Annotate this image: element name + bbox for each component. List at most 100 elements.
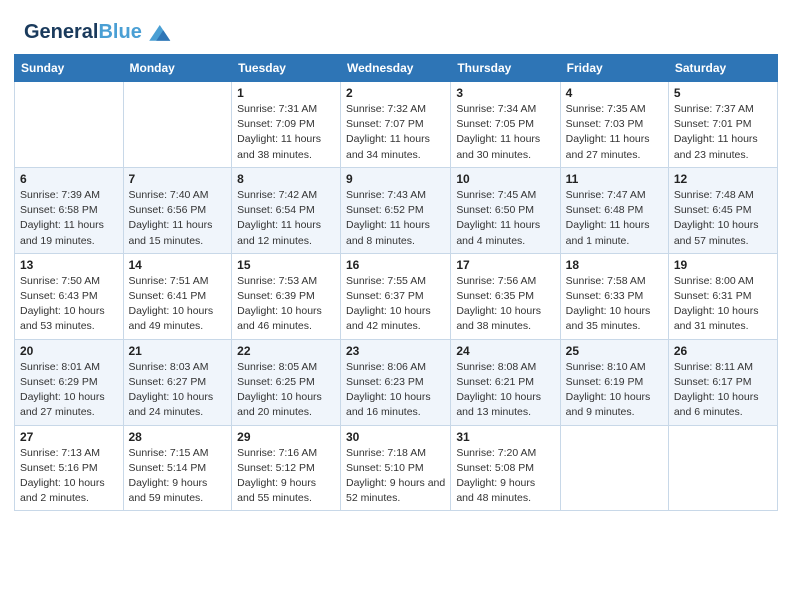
calendar-cell: 1 Sunrise: 7:31 AMSunset: 7:09 PMDaylight… (232, 82, 341, 168)
weekday-header: Saturday (668, 55, 777, 82)
calendar-cell: 30 Sunrise: 7:18 AMSunset: 5:10 PMDayligh… (341, 425, 451, 511)
calendar-cell: 21 Sunrise: 8:03 AMSunset: 6:27 PMDayligh… (123, 339, 232, 425)
day-info: Sunrise: 7:45 AMSunset: 6:50 PMDaylight:… (456, 188, 554, 249)
calendar-cell: 24 Sunrise: 8:08 AMSunset: 6:21 PMDayligh… (451, 339, 560, 425)
day-number: 4 (566, 86, 663, 100)
calendar-cell: 27 Sunrise: 7:13 AMSunset: 5:16 PMDayligh… (15, 425, 124, 511)
day-info: Sunrise: 7:50 AMSunset: 6:43 PMDaylight:… (20, 274, 118, 335)
day-info: Sunrise: 7:47 AMSunset: 6:48 PMDaylight:… (566, 188, 663, 249)
calendar-cell: 7 Sunrise: 7:40 AMSunset: 6:56 PMDaylight… (123, 167, 232, 253)
calendar-cell: 11 Sunrise: 7:47 AMSunset: 6:48 PMDayligh… (560, 167, 668, 253)
day-number: 29 (237, 430, 335, 444)
day-number: 30 (346, 430, 445, 444)
weekday-header: Sunday (15, 55, 124, 82)
day-number: 25 (566, 344, 663, 358)
day-number: 14 (129, 258, 227, 272)
day-info: Sunrise: 7:13 AMSunset: 5:16 PMDaylight:… (20, 446, 118, 507)
day-info: Sunrise: 7:48 AMSunset: 6:45 PMDaylight:… (674, 188, 772, 249)
logo-text: GeneralBlue (24, 22, 142, 42)
day-number: 17 (456, 258, 554, 272)
calendar-cell: 19Sunrise: 8:00 AMSunset: 6:31 PMDayligh… (668, 253, 777, 339)
calendar-cell: 13 Sunrise: 7:50 AMSunset: 6:43 PMDayligh… (15, 253, 124, 339)
weekday-header: Friday (560, 55, 668, 82)
calendar-cell (560, 425, 668, 511)
calendar-cell: 16 Sunrise: 7:55 AMSunset: 6:37 PMDayligh… (341, 253, 451, 339)
weekday-header: Wednesday (341, 55, 451, 82)
calendar-cell: 9Sunrise: 7:43 AMSunset: 6:52 PMDaylight… (341, 167, 451, 253)
day-number: 15 (237, 258, 335, 272)
day-number: 26 (674, 344, 772, 358)
day-info: Sunrise: 7:32 AMSunset: 7:07 PMDaylight:… (346, 102, 445, 163)
day-number: 19 (674, 258, 772, 272)
day-info: Sunrise: 7:34 AMSunset: 7:05 PMDaylight:… (456, 102, 554, 163)
day-info: Sunrise: 7:35 AMSunset: 7:03 PMDaylight:… (566, 102, 663, 163)
day-number: 3 (456, 86, 554, 100)
day-number: 20 (20, 344, 118, 358)
day-number: 23 (346, 344, 445, 358)
day-number: 16 (346, 258, 445, 272)
day-info: Sunrise: 7:51 AMSunset: 6:41 PMDaylight:… (129, 274, 227, 335)
calendar-week-row: 6Sunrise: 7:39 AMSunset: 6:58 PMDaylight… (15, 167, 778, 253)
day-info: Sunrise: 7:42 AMSunset: 6:54 PMDaylight:… (237, 188, 335, 249)
day-info: Sunrise: 8:06 AMSunset: 6:23 PMDaylight:… (346, 360, 445, 421)
day-info: Sunrise: 7:16 AMSunset: 5:12 PMDaylight:… (237, 446, 335, 507)
calendar-cell (123, 82, 232, 168)
day-number: 10 (456, 172, 554, 186)
day-info: Sunrise: 7:53 AMSunset: 6:39 PMDaylight:… (237, 274, 335, 335)
calendar-cell: 18 Sunrise: 7:58 AMSunset: 6:33 PMDayligh… (560, 253, 668, 339)
day-info: Sunrise: 8:03 AMSunset: 6:27 PMDaylight:… (129, 360, 227, 421)
calendar-cell: 4 Sunrise: 7:35 AMSunset: 7:03 PMDaylight… (560, 82, 668, 168)
calendar-cell: 29 Sunrise: 7:16 AMSunset: 5:12 PMDayligh… (232, 425, 341, 511)
day-number: 22 (237, 344, 335, 358)
calendar-cell: 2 Sunrise: 7:32 AMSunset: 7:07 PMDaylight… (341, 82, 451, 168)
day-number: 28 (129, 430, 227, 444)
calendar-cell: 26Sunrise: 8:11 AMSunset: 6:17 PMDayligh… (668, 339, 777, 425)
calendar-body: 1 Sunrise: 7:31 AMSunset: 7:09 PMDaylight… (15, 82, 778, 511)
calendar-cell: 6Sunrise: 7:39 AMSunset: 6:58 PMDaylight… (15, 167, 124, 253)
calendar-cell: 31 Sunrise: 7:20 AMSunset: 5:08 PMDayligh… (451, 425, 560, 511)
day-number: 21 (129, 344, 227, 358)
day-number: 7 (129, 172, 227, 186)
day-number: 31 (456, 430, 554, 444)
weekday-header: Thursday (451, 55, 560, 82)
day-number: 13 (20, 258, 118, 272)
calendar-week-row: 27 Sunrise: 7:13 AMSunset: 5:16 PMDayligh… (15, 425, 778, 511)
calendar-cell (15, 82, 124, 168)
day-number: 11 (566, 172, 663, 186)
day-info: Sunrise: 7:15 AMSunset: 5:14 PMDaylight:… (129, 446, 227, 507)
day-info: Sunrise: 8:10 AMSunset: 6:19 PMDaylight:… (566, 360, 663, 421)
day-number: 18 (566, 258, 663, 272)
day-number: 8 (237, 172, 335, 186)
calendar-cell: 20 Sunrise: 8:01 AMSunset: 6:29 PMDayligh… (15, 339, 124, 425)
calendar-header: SundayMondayTuesdayWednesdayThursdayFrid… (15, 55, 778, 82)
day-info: Sunrise: 7:58 AMSunset: 6:33 PMDaylight:… (566, 274, 663, 335)
calendar-cell: 3 Sunrise: 7:34 AMSunset: 7:05 PMDaylight… (451, 82, 560, 168)
day-info: Sunrise: 7:31 AMSunset: 7:09 PMDaylight:… (237, 102, 335, 163)
calendar-cell: 5Sunrise: 7:37 AMSunset: 7:01 PMDaylight… (668, 82, 777, 168)
day-number: 27 (20, 430, 118, 444)
calendar-week-row: 20 Sunrise: 8:01 AMSunset: 6:29 PMDayligh… (15, 339, 778, 425)
day-number: 1 (237, 86, 335, 100)
weekday-header: Monday (123, 55, 232, 82)
calendar-cell (668, 425, 777, 511)
day-info: Sunrise: 8:08 AMSunset: 6:21 PMDaylight:… (456, 360, 554, 421)
page: GeneralBlue SundayMondayTuesdayWednesday… (0, 0, 792, 612)
logo: GeneralBlue (24, 18, 172, 46)
day-number: 2 (346, 86, 445, 100)
logo-icon (144, 18, 172, 46)
calendar-cell: 8 Sunrise: 7:42 AMSunset: 6:54 PMDaylight… (232, 167, 341, 253)
day-info: Sunrise: 7:39 AMSunset: 6:58 PMDaylight:… (20, 188, 118, 249)
calendar-cell: 15 Sunrise: 7:53 AMSunset: 6:39 PMDayligh… (232, 253, 341, 339)
day-info: Sunrise: 7:20 AMSunset: 5:08 PMDaylight:… (456, 446, 554, 507)
day-number: 24 (456, 344, 554, 358)
day-info: Sunrise: 7:18 AMSunset: 5:10 PMDaylight:… (346, 446, 445, 507)
weekday-header: Tuesday (232, 55, 341, 82)
day-info: Sunrise: 8:01 AMSunset: 6:29 PMDaylight:… (20, 360, 118, 421)
calendar-cell: 25 Sunrise: 8:10 AMSunset: 6:19 PMDayligh… (560, 339, 668, 425)
day-info: Sunrise: 7:55 AMSunset: 6:37 PMDaylight:… (346, 274, 445, 335)
calendar-cell: 12Sunrise: 7:48 AMSunset: 6:45 PMDayligh… (668, 167, 777, 253)
calendar-table: SundayMondayTuesdayWednesdayThursdayFrid… (14, 54, 778, 511)
calendar-cell: 22Sunrise: 8:05 AMSunset: 6:25 PMDayligh… (232, 339, 341, 425)
day-info: Sunrise: 7:40 AMSunset: 6:56 PMDaylight:… (129, 188, 227, 249)
calendar-cell: 17Sunrise: 7:56 AMSunset: 6:35 PMDayligh… (451, 253, 560, 339)
